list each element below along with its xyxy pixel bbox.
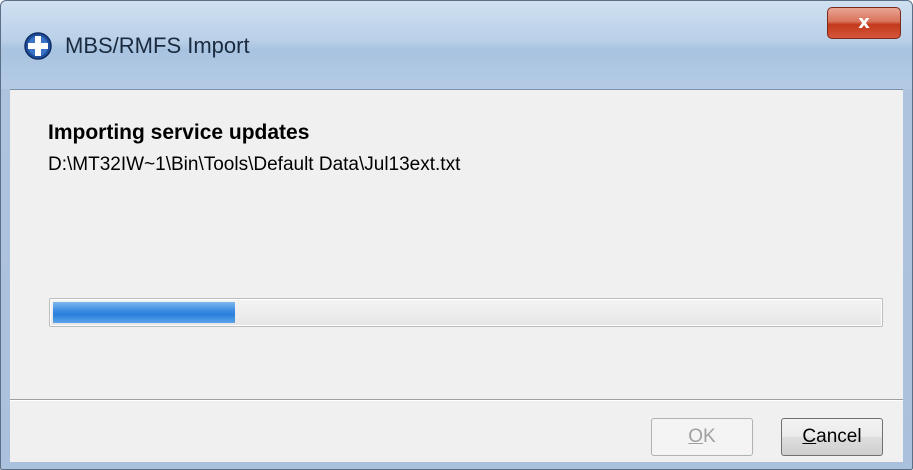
circle-plus-icon bbox=[24, 32, 52, 60]
dialog-window: MBS/RMFS Import x Importing service upda… bbox=[0, 0, 913, 470]
button-bar: OK Cancel bbox=[10, 401, 903, 462]
progress-bar-fill bbox=[53, 302, 235, 323]
title-bar[interactable]: MBS/RMFS Import x bbox=[1, 1, 912, 89]
ok-button[interactable]: OK bbox=[651, 418, 753, 456]
cancel-button[interactable]: Cancel bbox=[781, 418, 883, 456]
dialog-body: Importing service updates D:\MT32IW~1\Bi… bbox=[10, 89, 903, 400]
ok-mnemonic: O bbox=[688, 426, 704, 447]
cancel-mnemonic: C bbox=[802, 426, 817, 447]
close-button[interactable]: x bbox=[827, 7, 901, 39]
progress-bar bbox=[49, 298, 883, 327]
cancel-label-rest: ancel bbox=[816, 426, 862, 447]
ok-label-rest: K bbox=[703, 426, 716, 447]
close-icon: x bbox=[858, 12, 870, 33]
status-heading: Importing service updates bbox=[48, 121, 310, 144]
window-title: MBS/RMFS Import bbox=[65, 33, 250, 58]
file-path-label: D:\MT32IW~1\Bin\Tools\Default Data\Jul13… bbox=[48, 154, 461, 175]
